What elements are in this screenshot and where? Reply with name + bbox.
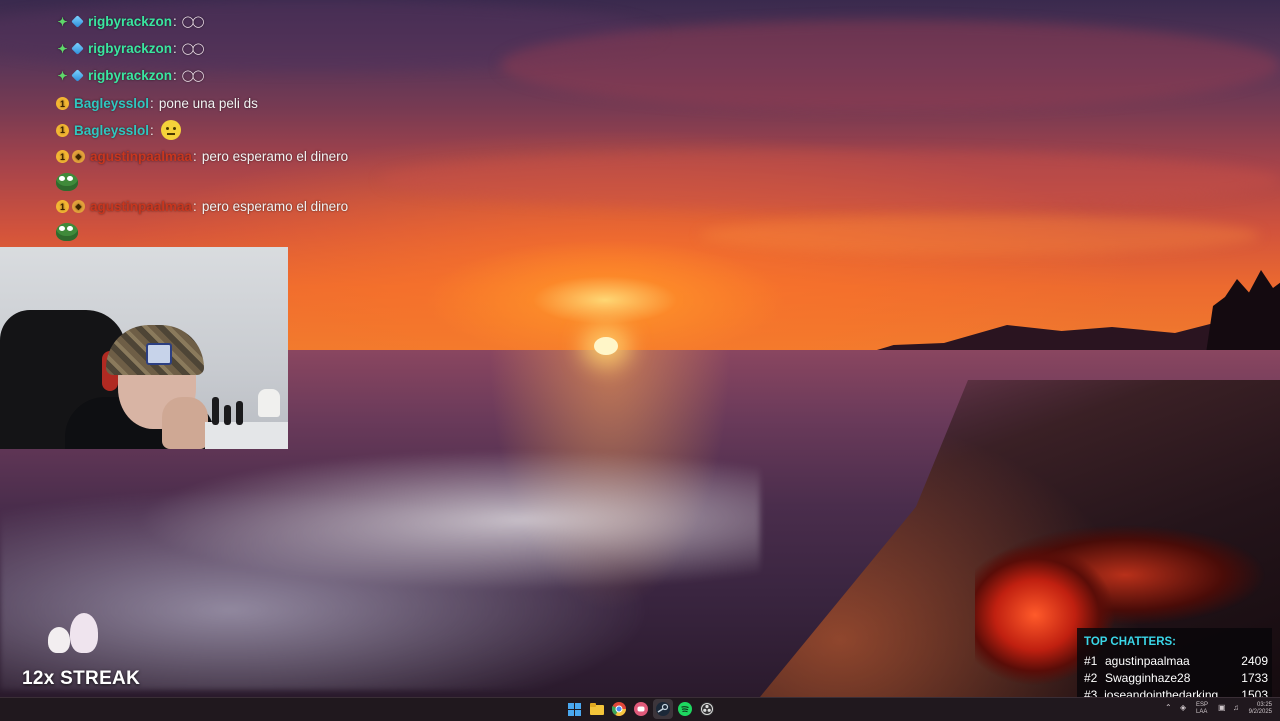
cube-badge-icon [71,15,84,28]
chat-message: ✦ rigbyrackzon : ◯◯ [56,68,205,83]
tier-one-badge-icon: 1 [56,150,69,163]
top-chatters-title: TOP CHATTERS: [1084,636,1177,648]
chevron-up-icon[interactable]: ⌃ [1165,704,1172,712]
chat-separator: : [193,149,197,164]
chat-separator: : [173,68,177,83]
cube-badge-icon [71,42,84,55]
discord-icon[interactable] [633,701,649,717]
layout-code: LAA [1196,709,1208,715]
keyboard-language[interactable]: ESP LAA [1196,702,1208,716]
language-code: ESP [1196,702,1209,708]
streamer-hand [162,397,208,449]
chat-username: agustinpaalmaa [90,149,193,164]
cloud [380,150,1280,210]
chat-username: rigbyrackzon [88,68,173,83]
chat-message: 1 Bagleysslol : pone una peli ds [56,96,258,111]
cap-patch-icon [146,343,172,365]
chat-text: pone una peli ds [158,96,258,111]
chat-separator: : [150,122,154,138]
chrome-icon[interactable] [611,701,627,717]
breaking-wave [0,450,760,690]
ghost-emote-icon: ◯◯ [181,16,205,28]
tier-one-badge-icon: 1 [56,200,69,213]
chat-username: rigbyrackzon [88,41,173,56]
top-chatter-row: #1 agustinpaalmaa 2409 [1084,652,1272,669]
chat-username: rigbyrackzon [88,14,173,29]
windows-start-icon[interactable] [566,701,582,717]
ghost-emote-icon: ◯◯ [181,70,205,82]
streak-label: 12x STREAK [22,668,141,689]
gift-badge-icon: ✦ [57,41,68,56]
top-chatter-row: #2 Swagginhaze28 1733 [1084,669,1272,686]
chatter-count: 1733 [1241,670,1268,685]
chat-message: 1 ◆ agustinpaalmaa : pero esperamo el di… [56,199,348,214]
pepe-emote-icon [56,223,78,241]
streak-emote-icon [48,613,100,659]
webcam-feed [0,247,288,449]
chat-message-cutoff [56,0,62,5]
chat-message: 1 Bagleysslol : [56,120,181,140]
bottle [224,405,231,425]
chatter-count: 2409 [1241,653,1268,668]
ghost-emote-icon: ◯◯ [181,43,205,55]
clock-time: 03:25 [1256,702,1272,708]
obs-icon[interactable] [699,701,715,717]
tier-one-badge-icon: 1 [56,123,69,137]
setting-sun [594,337,618,355]
pepe-emote-icon [56,173,78,191]
volume-icon[interactable]: ♫ [1233,704,1239,712]
top-chatters-panel: TOP CHATTERS: #1 agustinpaalmaa 2409 #2 … [1077,628,1272,708]
cloud [500,20,1280,110]
kettle [258,389,280,417]
chat-separator: : [173,41,177,56]
chat-separator: : [193,199,197,214]
chatter-name: agustinpaalmaa [1105,653,1190,668]
chat-username: agustinpaalmaa [90,199,193,214]
chat-separator: : [150,96,154,111]
cube-badge-icon [71,69,84,82]
chatter-name: Swagginhaze28 [1105,670,1191,685]
gift-badge-icon: ✦ [57,14,68,29]
steam-icon[interactable] [653,699,673,719]
gem-badge-icon: ◆ [72,150,85,163]
wifi-icon[interactable]: ◈ [1180,704,1186,712]
chat-text: pero esperamo el dinero [201,199,349,214]
clock-date: 9/2/2025 [1248,709,1272,715]
bottle [212,397,219,425]
chat-username: Bagleysslol [74,96,150,111]
chat-username: Bagleysslol [74,122,150,138]
bottle [236,401,243,425]
chatter-rank: #2 [1084,670,1098,685]
taskbar: ⌃ ◈ ESP LAA ▣ ♫ 03:25 9/2/2025 [0,697,1280,721]
shelf [205,422,288,449]
chat-text: pero esperamo el dinero [201,149,349,164]
cloud [700,215,1260,255]
chat-message: ✦ rigbyrackzon : ◯◯ [56,14,205,29]
chatter-rank: #1 [1084,653,1098,668]
chat-message: 1 ◆ agustinpaalmaa : pero esperamo el di… [56,149,348,164]
chat-separator: : [173,14,177,29]
chat-message: ✦ rigbyrackzon : ◯◯ [56,41,205,56]
spotify-icon[interactable] [677,701,693,717]
gift-badge-icon: ✦ [57,68,68,83]
file-explorer-icon[interactable] [589,701,605,717]
monitor-icon[interactable]: ▣ [1218,704,1226,712]
neutral-face-emote-icon [160,120,181,140]
clock[interactable]: 03:25 9/2/2025 [1244,702,1272,716]
gem-badge-icon: ◆ [72,200,85,213]
tier-one-badge-icon: 1 [56,97,69,110]
